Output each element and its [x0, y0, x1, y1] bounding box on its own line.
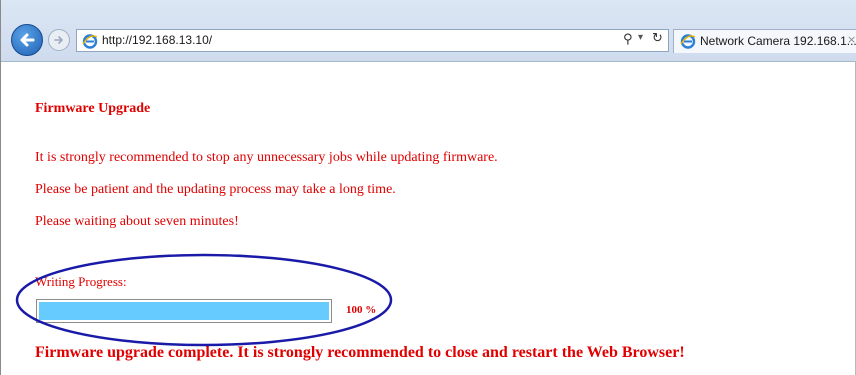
ie-icon: [82, 34, 98, 49]
browser-tab[interactable]: Network Camera 192.168.1... ×: [673, 29, 856, 53]
browser-window: http://192.168.13.10/ ⚲ ▾ ↻ Network Came…: [0, 0, 856, 375]
progress-bar: [36, 299, 332, 323]
forward-button[interactable]: [48, 29, 70, 51]
back-button[interactable]: [11, 24, 43, 56]
close-icon[interactable]: ×: [847, 33, 856, 46]
page-heading: Firmware Upgrade: [35, 101, 151, 116]
browser-toolbar: http://192.168.13.10/ ⚲ ▾ ↻ Network Came…: [1, 0, 856, 62]
info-line-1: It is strongly recommended to stop any u…: [35, 150, 498, 165]
progress-fill: [39, 302, 329, 320]
url-text[interactable]: http://192.168.13.10/: [102, 33, 212, 47]
info-line-3: Please waiting about seven minutes!: [35, 214, 239, 229]
search-icon[interactable]: ⚲: [623, 32, 633, 47]
tab-title: Network Camera 192.168.1...: [700, 34, 856, 48]
forward-icon: [54, 36, 63, 44]
refresh-icon[interactable]: ↻: [652, 31, 663, 46]
address-bar[interactable]: http://192.168.13.10/ ⚲ ▾ ↻: [76, 29, 669, 52]
ie-icon: [680, 34, 696, 49]
progress-percent: 100 %: [346, 304, 377, 316]
dropdown-icon[interactable]: ▾: [638, 32, 643, 43]
back-icon: [20, 33, 35, 47]
upgrade-complete-message: Firmware upgrade complete. It is strongl…: [35, 344, 685, 361]
progress-label: Writing Progress:: [35, 274, 127, 289]
info-line-2: Please be patient and the updating proce…: [35, 182, 396, 197]
